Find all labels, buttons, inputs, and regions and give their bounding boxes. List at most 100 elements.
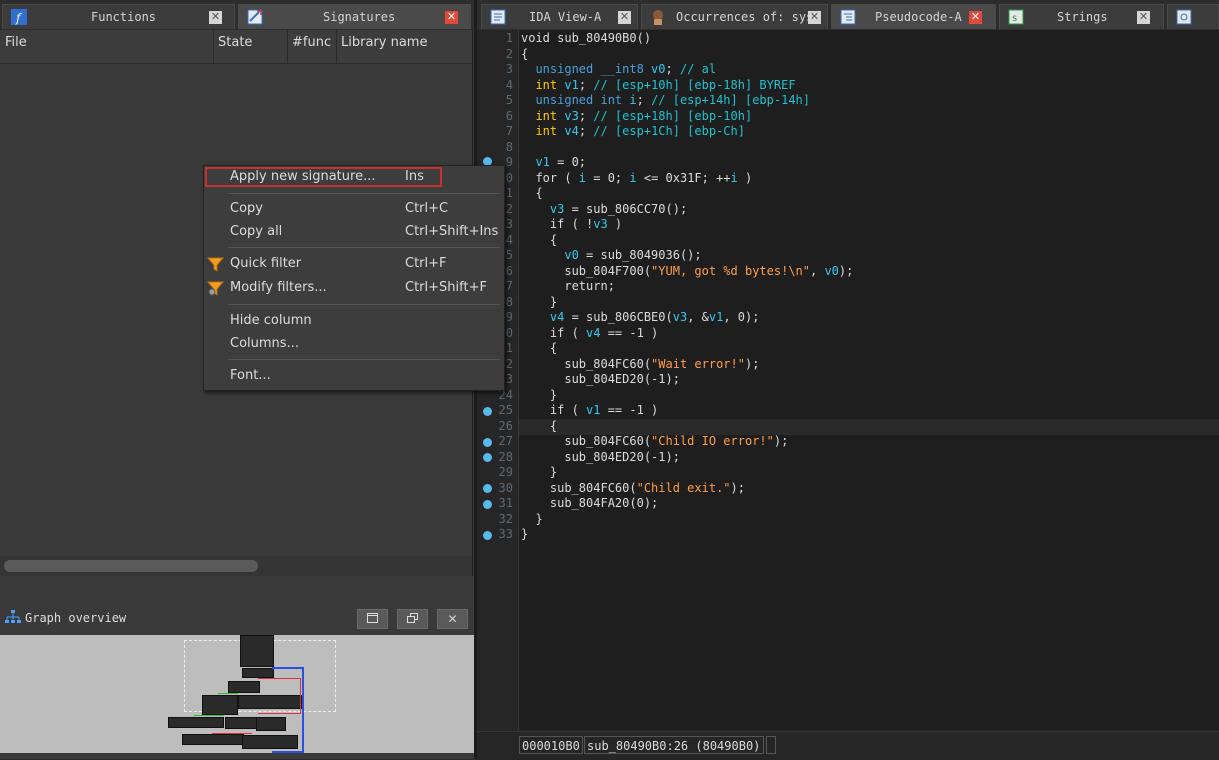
pseudocode-view[interactable]: 1 2 3 4 5 6 7 8 9 10 11 12 13 14 15 16 1… bbox=[477, 30, 1219, 730]
menu-separator bbox=[228, 359, 500, 360]
menu-item-shortcut: Ctrl+C bbox=[405, 201, 449, 216]
code-line[interactable]: { bbox=[521, 419, 557, 433]
code-line[interactable]: sub_804F700("YUM, got %d bytes!\n", v0); bbox=[521, 264, 853, 278]
code-line[interactable]: { bbox=[521, 233, 557, 247]
code-line[interactable]: sub_804FC60("Child IO error!"); bbox=[521, 434, 788, 448]
tab-label: IDA View-A bbox=[529, 10, 602, 24]
graph-icon bbox=[5, 610, 21, 623]
line-number: 28 bbox=[498, 449, 513, 464]
graph-node bbox=[225, 717, 257, 729]
code-line[interactable]: int v4; // [esp+1Ch] [ebp-Ch] bbox=[521, 124, 745, 138]
line-number: 25 bbox=[498, 403, 513, 417]
menu-item-label: Copy bbox=[230, 201, 263, 216]
menu-item-hide-column[interactable]: Hide column bbox=[204, 310, 504, 332]
right-pane: IDA View-A ✕ Occurrences of: sys ✕ Pseud… bbox=[477, 0, 1219, 760]
breakpoint-dot[interactable] bbox=[483, 438, 492, 447]
column-library-name[interactable]: Library name bbox=[341, 35, 427, 50]
breakpoint-dot[interactable] bbox=[483, 531, 492, 540]
menu-item-apply-new-signature[interactable]: Apply new signature... Ins bbox=[204, 166, 504, 188]
code-line[interactable]: sub_804ED20(-1); bbox=[521, 450, 680, 464]
tab-functions[interactable]: f Functions ✕ bbox=[2, 4, 235, 29]
code-line[interactable]: int v3; // [esp+18h] [ebp-10h] bbox=[521, 109, 752, 123]
code-line[interactable]: v0 = sub_8049036(); bbox=[521, 248, 701, 262]
breakpoint-dot[interactable] bbox=[483, 500, 492, 509]
close-icon[interactable]: ✕ bbox=[969, 11, 982, 24]
menu-item-copy[interactable]: Copy Ctrl+C bbox=[204, 198, 504, 220]
line-number: 4 bbox=[505, 77, 513, 92]
menu-separator bbox=[228, 304, 500, 305]
code-line[interactable]: { bbox=[521, 186, 542, 200]
column-state[interactable]: State bbox=[218, 35, 252, 50]
tab-signatures[interactable]: Signatures ✕ bbox=[238, 4, 471, 29]
menu-separator bbox=[228, 193, 500, 194]
tab-ida-view-a[interactable]: IDA View-A ✕ bbox=[481, 4, 638, 29]
menu-item-label: Columns... bbox=[230, 336, 299, 351]
tab-occurrences[interactable]: Occurrences of: sys ✕ bbox=[641, 4, 828, 29]
menu-item-shortcut: Ins bbox=[405, 169, 424, 184]
code-line[interactable]: v4 = sub_806CBE0(v3, &v1, 0); bbox=[521, 310, 760, 324]
code-line[interactable]: unsigned __int8 v0; // al bbox=[521, 62, 716, 76]
line-number: 30 bbox=[498, 480, 513, 495]
graph-node bbox=[228, 681, 260, 693]
menu-item-quick-filter[interactable]: Quick filter Ctrl+F bbox=[204, 253, 504, 275]
code-line[interactable]: return; bbox=[521, 279, 615, 293]
menu-item-copy-all[interactable]: Copy all Ctrl+Shift+Ins bbox=[204, 221, 504, 243]
line-number: 2 bbox=[505, 46, 513, 61]
code-line[interactable]: } bbox=[521, 388, 557, 402]
tab-label: Signatures bbox=[323, 10, 396, 24]
column-func-count[interactable]: #func bbox=[292, 35, 331, 50]
code-line[interactable]: if ( v4 == -1 ) bbox=[521, 326, 658, 340]
code-line[interactable]: sub_804FC60("Child exit."); bbox=[521, 481, 745, 495]
code-line[interactable]: unsigned int i; // [esp+14h] [ebp-14h] bbox=[521, 93, 810, 107]
right-tab-bar: IDA View-A ✕ Occurrences of: sys ✕ Pseud… bbox=[477, 0, 1219, 30]
code-line[interactable]: sub_804FC60("Wait error!"); bbox=[521, 357, 759, 371]
code-line[interactable]: int v1; // [esp+10h] [ebp-18h] BYREF bbox=[521, 78, 795, 92]
code-line[interactable]: v3 = sub_806CC70(); bbox=[521, 202, 687, 216]
breakpoint-dot[interactable] bbox=[483, 453, 492, 462]
code-line[interactable]: void sub_80490B0() bbox=[521, 31, 651, 45]
code-line[interactable]: } bbox=[521, 295, 557, 309]
close-icon[interactable]: ✕ bbox=[808, 11, 821, 24]
graph-overview-canvas[interactable] bbox=[0, 635, 474, 753]
breakpoint-dot[interactable] bbox=[483, 484, 492, 493]
close-icon[interactable]: ✕ bbox=[618, 11, 631, 24]
code-line[interactable]: sub_804ED20(-1); bbox=[521, 372, 680, 386]
menu-separator bbox=[228, 247, 500, 248]
code-line[interactable]: { bbox=[521, 47, 528, 61]
breakpoint-dot[interactable] bbox=[483, 407, 492, 416]
code-line[interactable]: } bbox=[521, 465, 557, 479]
horizontal-scrollbar[interactable] bbox=[0, 556, 472, 576]
close-icon[interactable]: ✕ bbox=[445, 11, 458, 24]
code-line[interactable]: } bbox=[521, 512, 542, 526]
line-number: 6 bbox=[505, 108, 513, 123]
code-line[interactable]: if ( !v3 ) bbox=[521, 217, 622, 231]
current-line-highlight bbox=[519, 419, 1219, 435]
menu-item-label: Apply new signature... bbox=[230, 169, 376, 184]
code-line[interactable]: } bbox=[521, 527, 528, 541]
tab-pseudocode-a[interactable]: Pseudocode-A ✕ bbox=[831, 4, 996, 29]
menu-item-columns[interactable]: Columns... bbox=[204, 333, 504, 355]
scrollbar-thumb[interactable] bbox=[4, 560, 258, 572]
close-icon[interactable]: ✕ bbox=[209, 11, 222, 24]
tab-strings[interactable]: s Strings ✕ bbox=[999, 4, 1164, 29]
code-line[interactable]: for ( i = 0; i <= 0x31F; ++i ) bbox=[521, 171, 752, 185]
tab-hex-view[interactable] bbox=[1167, 4, 1219, 29]
close-icon[interactable]: ✕ bbox=[1137, 11, 1150, 24]
menu-item-modify-filters[interactable]: Modify filters... Ctrl+Shift+F bbox=[204, 277, 504, 299]
code-line[interactable]: sub_804FA20(0); bbox=[521, 496, 658, 510]
context-menu: Apply new signature... Ins Copy Ctrl+C C… bbox=[203, 165, 505, 391]
graph-edge-green bbox=[194, 715, 224, 716]
code-line[interactable]: if ( v1 == -1 ) bbox=[521, 403, 658, 417]
column-file[interactable]: File bbox=[5, 35, 27, 50]
menu-item-font[interactable]: Font... bbox=[204, 365, 504, 387]
graph-node bbox=[240, 635, 274, 667]
code-line[interactable]: v1 = 0; bbox=[521, 155, 586, 169]
graph-node bbox=[168, 717, 224, 728]
graph-node bbox=[182, 734, 244, 745]
restore-button[interactable] bbox=[357, 609, 388, 629]
status-location: sub_80490B0:26 (80490B0) bbox=[584, 736, 764, 754]
pseudocode-icon bbox=[840, 9, 856, 25]
close-button[interactable]: ✕ bbox=[437, 609, 468, 629]
float-button[interactable] bbox=[397, 609, 428, 629]
code-line[interactable]: { bbox=[521, 341, 557, 355]
